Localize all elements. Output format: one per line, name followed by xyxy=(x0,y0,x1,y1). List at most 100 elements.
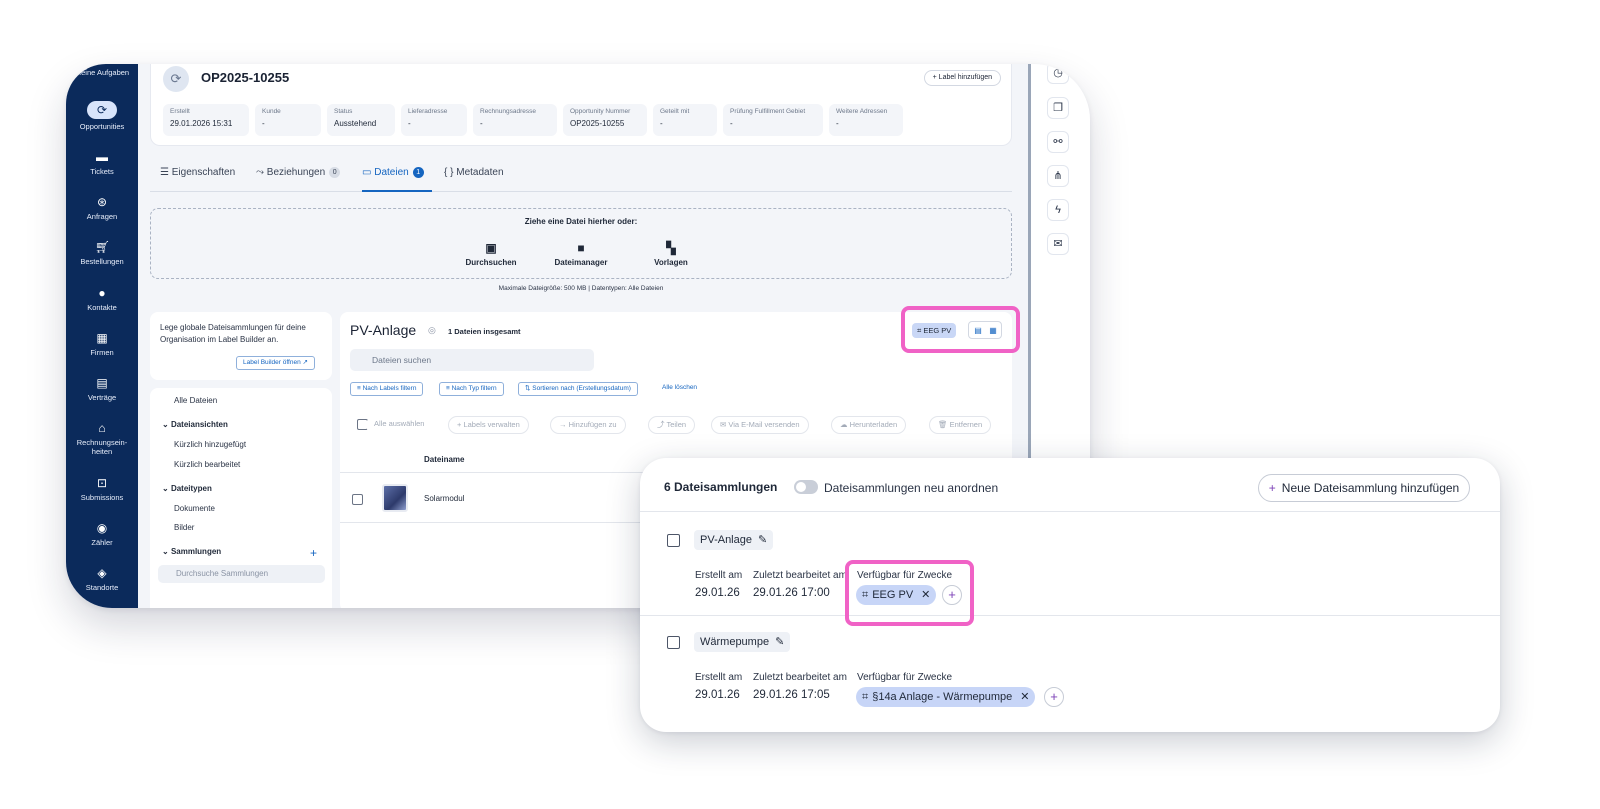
tab-dateien[interactable]: ▭ Dateien 1 xyxy=(362,167,424,178)
bank-icon: ⌂ xyxy=(98,421,106,435)
field-opportunity-nummer: Opportunity Nummer OP2025-10255 xyxy=(563,104,647,136)
nav-views-heading[interactable]: ⌄ Dateiansichten xyxy=(162,420,228,429)
created-value: 29.01.26 xyxy=(695,587,740,599)
filter-labels-button[interactable]: ≡ Nach Labels filtern xyxy=(350,382,424,396)
plus-icon: + xyxy=(1268,481,1276,495)
sidebar-item-standorte[interactable]: ◈ Standorte xyxy=(66,566,138,592)
edited-label: Zuletzt bearbeitet am xyxy=(753,570,847,581)
add-collection-icon[interactable]: + xyxy=(310,546,317,560)
templates-button[interactable]: ▚ Vorlagen xyxy=(631,241,711,267)
compass-icon: ◈ xyxy=(97,566,107,580)
monitor-icon: ▣ xyxy=(485,241,497,255)
collections-count: 6 Dateisammlungen xyxy=(664,480,778,494)
cart-icon: 🛒︎ xyxy=(95,240,111,254)
lightning-icon[interactable]: ϟ xyxy=(1047,199,1069,221)
sidebar-item-bestellungen[interactable]: 🛒︎ Bestellungen xyxy=(66,240,138,266)
sidebar-item-vertraege[interactable]: ▤ Verträge xyxy=(66,376,138,402)
external-link-icon: ↗ xyxy=(302,359,308,366)
collection-name[interactable]: PV-Anlage ✎ xyxy=(694,530,774,550)
sidebar-item-tickets[interactable]: ▬ Tickets xyxy=(66,150,138,176)
collection-row: PV-Anlage ✎ Erstellt am Zuletzt bearbeite… xyxy=(640,514,1500,616)
edited-value: 29.01.26 17:05 xyxy=(753,689,830,701)
page-title: OP2025-10255 xyxy=(201,70,290,85)
nav-recently-edited[interactable]: Kürzlich bearbeitet xyxy=(174,460,240,469)
nav-documents[interactable]: Dokumente xyxy=(174,504,215,513)
reorder-toggle[interactable] xyxy=(794,480,818,494)
sidebar-item-submissions[interactable]: ⊡ Submissions xyxy=(66,476,138,502)
created-value: 29.01.26 xyxy=(695,689,740,701)
sidebar-item-zaehler[interactable]: ◉ Zähler xyxy=(66,521,138,547)
clipboard-icon: ▤ xyxy=(96,376,108,390)
tab-bar: ☰ Eigenschaften ⤳ Beziehungen 0 ▭ Dateien… xyxy=(150,164,1012,192)
sidebar-item-label: Anfragen xyxy=(86,212,118,221)
globe-icon: ◎ xyxy=(428,325,436,335)
select-all-label: Alle auswählen xyxy=(366,416,433,434)
label-builder-text: Lege globale Dateisammlungen für deine O… xyxy=(160,323,306,344)
file-dropzone[interactable]: Ziehe eine Datei hierher oder: ▣ Durchsuc… xyxy=(150,208,1012,279)
clear-filters-link[interactable]: Alle löschen xyxy=(662,384,697,391)
open-label-builder-button[interactable]: Label Builder öffnen ↗ xyxy=(236,356,315,370)
chevron-down-icon: ⌄ xyxy=(162,420,171,429)
pencil-icon[interactable]: ✎ xyxy=(758,534,767,546)
close-icon[interactable]: ✕ xyxy=(1020,691,1029,703)
refresh-icon: ⟳ xyxy=(87,101,117,119)
sidebar-item-meine-aufgaben[interactable]: Meine Aufgaben xyxy=(66,68,138,77)
nav-images[interactable]: Bilder xyxy=(174,523,194,532)
sidebar-item-label: Standorte xyxy=(85,583,119,592)
sidebar-item-firmen[interactable]: ▦ Firmen xyxy=(66,331,138,357)
file-manager-button[interactable]: ■ Dateimanager xyxy=(541,241,621,267)
mail-icon[interactable]: ✉ xyxy=(1047,233,1069,255)
inbox-icon: ⊡ xyxy=(96,476,108,490)
browse-button[interactable]: ▣ Durchsuchen xyxy=(451,241,531,267)
history-icon[interactable]: ◷ xyxy=(1047,64,1069,84)
nav-types-heading[interactable]: ⌄ Dateitypen xyxy=(162,484,212,493)
collections-search-input[interactable]: Durchsuche Sammlungen xyxy=(158,565,325,583)
nav-recently-added[interactable]: Kürzlich hinzugefügt xyxy=(174,440,246,449)
sidebar-item-label: Kontakte xyxy=(87,303,117,312)
add-label-button[interactable]: + Label hinzufügen xyxy=(923,70,1001,86)
tab-eigenschaften[interactable]: ☰ Eigenschaften xyxy=(160,167,235,178)
file-search-input[interactable]: Dateien suchen xyxy=(350,349,594,371)
add-collection-button[interactable]: + Neue Dateisammlung hinzufügen xyxy=(1258,474,1470,502)
sitemap-icon[interactable]: ⋔ xyxy=(1047,165,1069,187)
sidebar-item-kontakte[interactable]: ● Kontakte xyxy=(66,286,138,312)
email-button[interactable]: ✉ Via E-Mail versenden xyxy=(711,416,809,434)
row-checkbox[interactable] xyxy=(352,494,363,505)
add-to-button[interactable]: → Hinzufügen zu xyxy=(550,416,626,434)
pencil-icon[interactable]: ✎ xyxy=(775,636,784,648)
collection-row: Wärmepumpe ✎ Erstellt am Zuletzt bearbeit… xyxy=(640,616,1500,718)
edited-label: Zuletzt bearbeitet am xyxy=(753,672,847,683)
sidebar-item-opportunities[interactable]: ⟳ Opportunities xyxy=(66,101,138,131)
workflow-icon[interactable]: ⚯ xyxy=(1047,131,1069,153)
sidebar-item-label: Opportunities xyxy=(79,122,125,131)
sidebar-item-rechnungseinheiten[interactable]: ⌂ Rechnungsein-heiten xyxy=(66,421,138,456)
file-thumbnail[interactable] xyxy=(382,484,408,512)
collection-checkbox[interactable] xyxy=(667,534,680,547)
manage-labels-button[interactable]: + Labels verwalten xyxy=(448,416,529,434)
collection-name[interactable]: Wärmepumpe ✎ xyxy=(694,632,791,652)
nav-collections-heading[interactable]: ⌄ Sammlungen xyxy=(162,547,221,556)
chevron-down-icon: ⌄ xyxy=(162,484,171,493)
chevron-down-icon: ⌄ xyxy=(162,547,171,556)
table-row-filename[interactable]: Solarmodul xyxy=(424,494,464,503)
purpose-chip[interactable]: ⌗ §14a Anlage - Wärmepumpe ✕ xyxy=(856,687,1036,707)
opportunity-header: ⟳ OP2025-10255 + Label hinzufügen Erstel… xyxy=(150,64,1012,146)
sidebar-item-label: Rechnungsein-heiten xyxy=(76,438,128,456)
nav-all-files[interactable]: Alle Dateien xyxy=(174,396,217,405)
copy-icon[interactable]: ❐ xyxy=(1047,97,1069,119)
tab-count-badge: 1 xyxy=(412,167,424,178)
sidebar-item-anfragen[interactable]: ⊛ Anfragen xyxy=(66,195,138,221)
download-button[interactable]: ☁ Herunterladen xyxy=(831,416,907,434)
ticket-icon: ▬ xyxy=(96,150,108,164)
collection-checkbox[interactable] xyxy=(667,636,680,649)
add-purpose-button[interactable]: + xyxy=(1044,687,1064,707)
filter-type-button[interactable]: ≡ Nach Typ filtern xyxy=(439,382,504,396)
share-button[interactable]: ⤴ Teilen xyxy=(648,416,696,434)
tab-beziehungen[interactable]: ⤳ Beziehungen 0 xyxy=(256,167,341,178)
remove-button[interactable]: 🗑︎ Entfernen xyxy=(929,416,992,434)
sort-button[interactable]: ⇅ Sortieren nach (Erstellungsdatum) xyxy=(518,382,638,396)
sidebar-item-label: Meine Aufgaben xyxy=(74,68,130,77)
tab-metadaten[interactable]: { } Metadaten xyxy=(444,167,504,178)
column-header-filename[interactable]: Dateiname xyxy=(424,455,464,464)
lifebuoy-icon: ⊛ xyxy=(96,195,108,209)
